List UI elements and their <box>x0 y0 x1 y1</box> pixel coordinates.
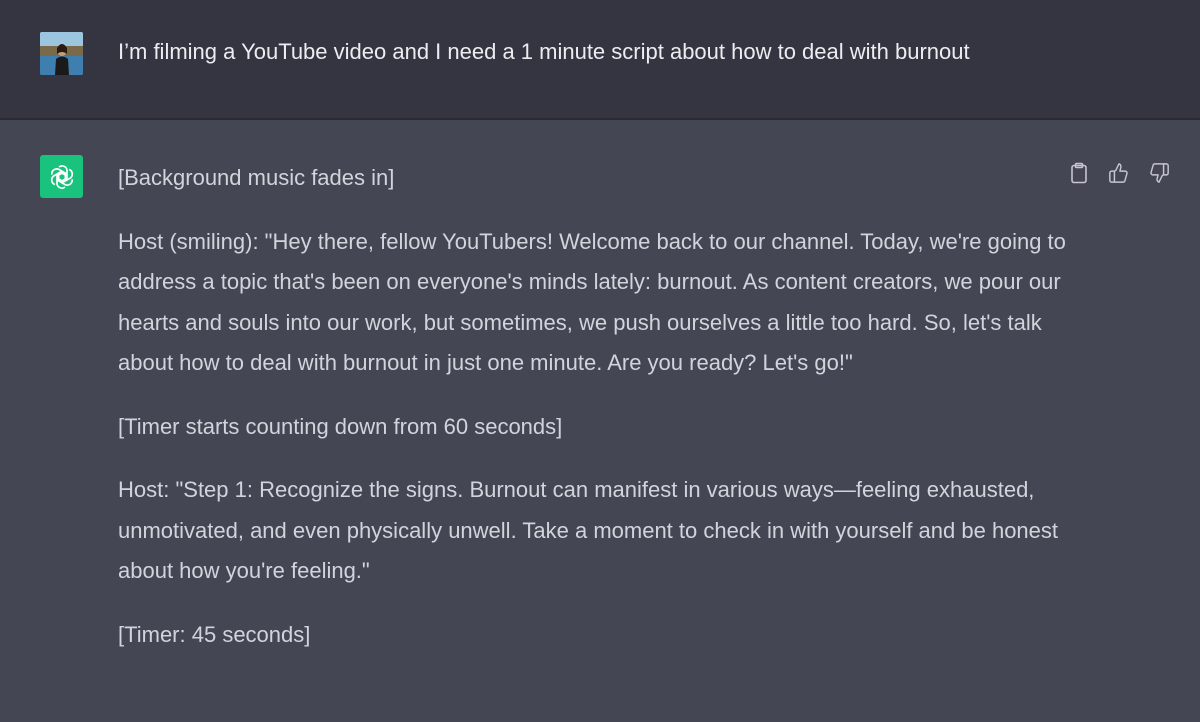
assistant-message-body: [Background music fades in] Host (smilin… <box>118 158 1078 678</box>
message-actions <box>1066 160 1172 186</box>
copy-button[interactable] <box>1066 160 1092 186</box>
user-prompt-text: I’m filming a YouTube video and I need a… <box>118 39 970 64</box>
user-message-row: I’m filming a YouTube video and I need a… <box>0 0 1200 120</box>
message-paragraph: [Background music fades in] <box>118 165 395 190</box>
thumbs-up-button[interactable] <box>1106 160 1132 186</box>
assistant-message-row: [Background music fades in] Host (smilin… <box>0 120 1200 722</box>
message-paragraph: [Timer starts counting down from 60 seco… <box>118 413 563 439</box>
user-avatar <box>40 32 83 75</box>
message-paragraph: [Timer: 45 seconds] <box>118 621 311 647</box>
thumbs-down-button[interactable] <box>1146 160 1172 186</box>
message-paragraph: Host: "Step 1: Recognize the signs. Burn… <box>118 477 1059 583</box>
openai-logo-icon <box>40 155 83 198</box>
clipboard-icon <box>1071 162 1087 184</box>
thumbs-up-icon <box>1109 163 1128 183</box>
thumbs-down-icon <box>1150 163 1169 183</box>
message-paragraph: Host (smiling): "Hey there, fellow YouTu… <box>118 228 1066 376</box>
